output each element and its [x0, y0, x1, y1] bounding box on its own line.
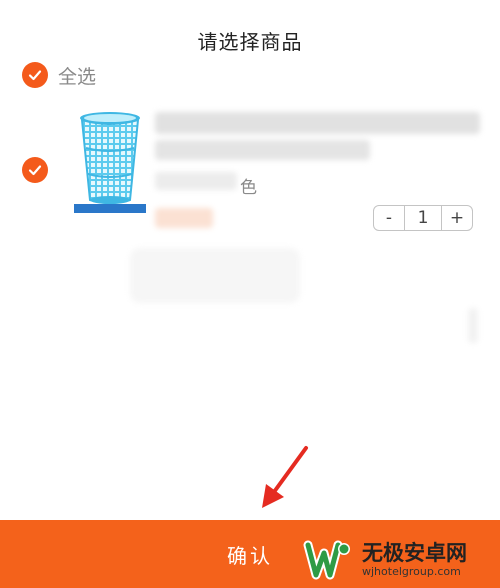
product-variant-blurred: [155, 172, 237, 190]
item-checkbox[interactable]: [22, 157, 48, 183]
check-icon: [28, 70, 42, 81]
laundry-basket-image: [74, 112, 146, 213]
quantity-value[interactable]: 1: [405, 206, 441, 230]
watermark: 无极安卓网 wjhotelgroup.com: [300, 532, 500, 588]
watermark-text: 无极安卓网: [362, 541, 467, 565]
product-title-blurred: [155, 112, 480, 134]
blurred-region: [130, 248, 300, 303]
increment-button[interactable]: +: [441, 206, 472, 230]
product-title-blurred: [155, 140, 370, 160]
select-all-checkbox[interactable]: [22, 62, 48, 88]
dialog-title: 请选择商品: [197, 30, 303, 54]
check-icon: [28, 165, 42, 176]
decrement-button[interactable]: -: [374, 206, 405, 230]
select-all-label: 全选: [58, 65, 97, 88]
watermark-logo-icon: [303, 540, 350, 580]
product-price-blurred: [155, 208, 213, 228]
product-variant-text: 色: [240, 178, 257, 198]
quantity-stepper: - 1 +: [373, 205, 473, 231]
watermark-url: wjhotelgroup.com: [362, 565, 461, 578]
blurred-region: [468, 308, 478, 343]
select-all-row[interactable]: 全选: [22, 61, 96, 89]
select-product-sheet: 请选择商品 全选 色 - 1 + 确认 无极安卓网 wjhotelgroup.c…: [0, 0, 500, 588]
